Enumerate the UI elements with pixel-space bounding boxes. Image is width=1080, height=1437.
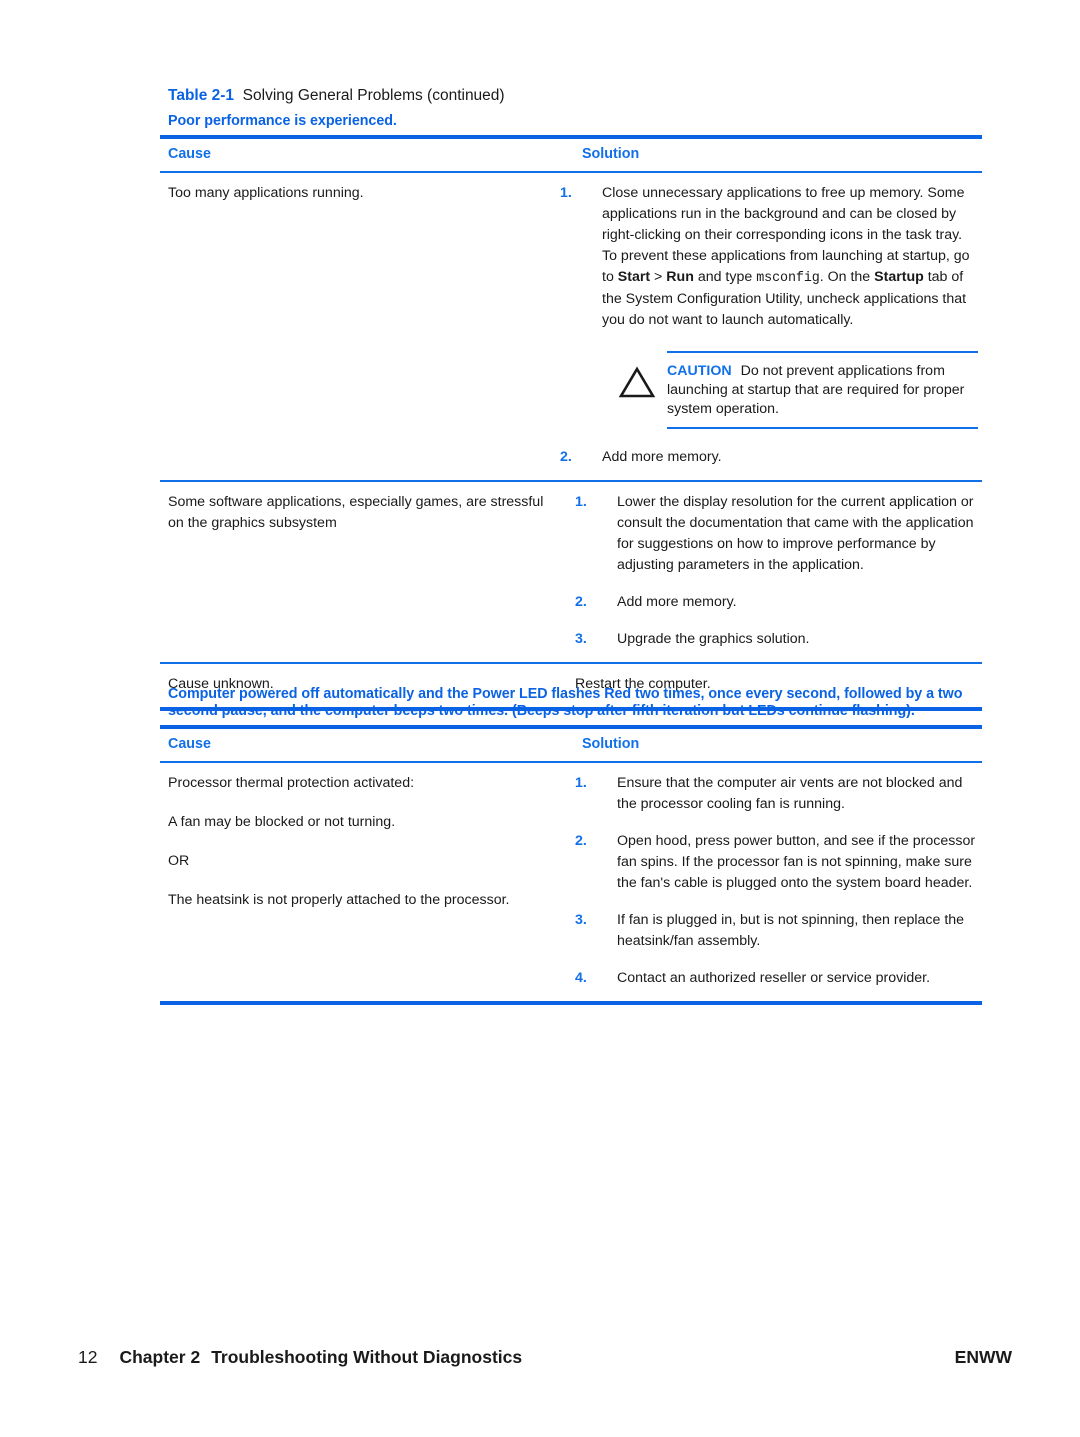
table-poor-performance: Poor performance is experienced. Cause S… <box>160 113 982 711</box>
table-power-led-flash: Computer powered off automatically and t… <box>160 686 982 1005</box>
table-2-header-row: Cause Solution <box>160 729 982 761</box>
cell-solution: 1. Close unnecessary applications to fre… <box>560 183 982 468</box>
table-1-header-row: Cause Solution <box>160 139 982 171</box>
list-item: 2. Open hood, press power button, and se… <box>575 831 978 894</box>
table-row: Some software applications, especially g… <box>160 482 982 662</box>
list-item-text: Lower the display resolution for the cur… <box>617 494 974 573</box>
page-number: 12 <box>78 1347 98 1367</box>
list-item-text: Upgrade the graphics solution. <box>617 631 810 647</box>
code-run: msconfig <box>756 271 820 286</box>
list-item: 3. Upgrade the graphics solution. <box>575 629 978 650</box>
list-item-text: Add more memory. <box>602 449 722 465</box>
caution-triangle-icon <box>610 362 667 399</box>
bold-run: Start <box>617 269 651 285</box>
list-marker: 1. <box>575 775 587 791</box>
list-marker: 1. <box>560 185 572 201</box>
list-marker: 3. <box>575 631 587 647</box>
list-marker: 2. <box>560 449 572 465</box>
table-1-header-solution: Solution <box>582 146 640 162</box>
list-item-text: Close unnecessary applications to free u… <box>602 185 970 328</box>
list-item: 4. Contact an authorized reseller or ser… <box>575 968 978 989</box>
list-item: 2. Add more memory. <box>560 447 978 468</box>
cause-text: A fan may be blocked or not turning. <box>168 814 396 830</box>
list-item: 1. Ensure that the computer air vents ar… <box>575 773 978 815</box>
table-2-title: Computer powered off automatically and t… <box>168 686 963 719</box>
list-item: 2. Add more memory. <box>575 592 978 613</box>
list-item-text: Add more memory. <box>617 594 737 610</box>
list-marker: 2. <box>575 833 587 849</box>
list-marker: 2. <box>575 594 587 610</box>
cause-text: Some software applications, especially g… <box>168 494 544 531</box>
list-item: 3. If fan is plugged in, but is not spin… <box>575 910 978 952</box>
table-caption-label: Table 2-1 <box>168 87 235 104</box>
cell-solution: 1. Ensure that the computer air vents ar… <box>575 773 982 989</box>
cause-text: OR <box>168 853 190 869</box>
footer-left: 12 Chapter 2 Troubleshooting Without Diagn… <box>78 1345 522 1369</box>
solution-list: 1. Close unnecessary applications to fre… <box>560 183 978 468</box>
table-1-title: Poor performance is experienced. <box>168 113 397 129</box>
caution-label: CAUTION <box>667 363 732 379</box>
table-row: Processor thermal protection activated: … <box>160 763 982 1001</box>
cell-cause: Some software applications, especially g… <box>160 492 575 534</box>
list-item-text: If fan is plugged in, but is not spinnin… <box>617 912 965 949</box>
list-item: 1. Lower the display resolution for the … <box>575 492 978 576</box>
table-caption: Table 2-1 Solving General Problems (cont… <box>168 86 505 106</box>
table-2-header-cause: Cause <box>168 736 211 752</box>
cell-solution: 1. Lower the display resolution for the … <box>575 492 982 650</box>
table-1-header-cause: Cause <box>168 146 211 162</box>
solution-list: 1. Ensure that the computer air vents ar… <box>575 773 978 989</box>
bold-run: Run <box>666 269 694 285</box>
cause-text: The heatsink is not properly attached to… <box>168 892 510 908</box>
cell-cause: Too many applications running. <box>160 183 560 204</box>
cause-text: Processor thermal protection activated: <box>168 775 415 791</box>
list-item-text: Contact an authorized reseller or servic… <box>617 970 931 986</box>
list-marker: 4. <box>575 970 587 986</box>
list-item: 1. Close unnecessary applications to fre… <box>560 183 978 429</box>
caution-body: CAUTION Do not prevent applications from … <box>667 362 978 419</box>
table-2-header-solution: Solution <box>582 736 640 752</box>
solution-list: 1. Lower the display resolution for the … <box>575 492 978 650</box>
page-footer: 12 Chapter 2 Troubleshooting Without Diagn… <box>0 1345 1080 1375</box>
caution-bottom-rule <box>667 427 978 429</box>
list-marker: 1. <box>575 494 587 510</box>
list-item-text: Open hood, press power button, and see i… <box>617 833 976 891</box>
table-2-bottom-rule <box>160 1001 982 1005</box>
caution-admonition: CAUTION Do not prevent applications from … <box>610 351 978 429</box>
cause-text: Too many applications running. <box>168 185 364 201</box>
table-caption-text: Solving General Problems (continued) <box>242 87 505 104</box>
footer-chapter: Chapter 2 <box>119 1347 201 1367</box>
cell-cause: Processor thermal protection activated: … <box>160 773 575 911</box>
document-page: Table 2-1 Solving General Problems (cont… <box>0 0 1080 1437</box>
list-item-text: Ensure that the computer air vents are n… <box>617 775 963 812</box>
table-row: Too many applications running. 1. Close … <box>160 173 982 480</box>
bold-run: Startup <box>874 269 924 285</box>
list-marker: 3. <box>575 912 587 928</box>
footer-right-label: ENWW <box>954 1347 1012 1367</box>
footer-chapter-title: Troubleshooting Without Diagnostics <box>211 1347 523 1367</box>
